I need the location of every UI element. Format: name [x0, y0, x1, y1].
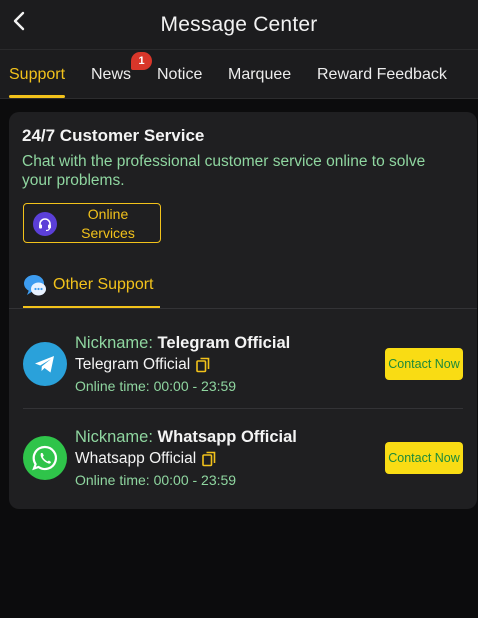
customer-service-description: Chat with the professional customer serv…: [22, 153, 426, 189]
headset-icon: [33, 212, 57, 236]
active-tab-indicator: [9, 95, 65, 98]
header-bar: Message Center: [0, 0, 478, 50]
account-line: Telegram Official: [75, 356, 210, 374]
nickname-label: Nickname:: [75, 428, 153, 446]
tab-support[interactable]: Support: [9, 66, 65, 84]
contact-now-button[interactable]: Contact Now: [385, 442, 463, 474]
chat-bubbles-icon: [24, 275, 46, 296]
nickname-line: Nickname: Telegram Official: [75, 334, 290, 353]
online-services-label: Online Services: [81, 206, 135, 241]
nickname-label: Nickname:: [75, 334, 153, 352]
contact-row-telegram: Nickname: Telegram Official Telegram Off…: [9, 314, 477, 408]
other-support-tab[interactable]: Other Support: [23, 274, 161, 304]
nickname-value: Telegram Official: [157, 334, 291, 352]
nickname-line: Nickname: Whatsapp Official: [75, 428, 297, 447]
other-support-label: Other Support: [53, 276, 154, 293]
page-title: Message Center: [160, 12, 318, 36]
tab-notice[interactable]: Notice: [157, 66, 202, 84]
nickname-value: Whatsapp Official: [157, 428, 297, 446]
account-name: Whatsapp Official: [75, 450, 197, 467]
back-button[interactable]: [8, 10, 30, 32]
tab-reward-feedback[interactable]: Reward Feedback: [317, 66, 447, 84]
tab-bar: Support News Notice Marquee Reward Feedb…: [0, 50, 478, 99]
account-line: Whatsapp Official: [75, 450, 216, 468]
account-name: Telegram Official: [75, 356, 191, 373]
divider: [9, 308, 477, 309]
telegram-icon: [23, 342, 67, 386]
online-services-button[interactable]: Online Services: [23, 203, 161, 243]
copy-icon[interactable]: [196, 357, 210, 373]
tab-marquee[interactable]: Marquee: [228, 66, 291, 84]
online-time: Online time: 00:00 - 23:59: [75, 472, 237, 488]
contact-row-whatsapp: Nickname: Whatsapp Official Whatsapp Off…: [9, 408, 477, 502]
chevron-left-icon: [13, 11, 25, 31]
tab-news[interactable]: News: [91, 66, 131, 84]
whatsapp-icon: [23, 436, 67, 480]
online-time: Online time: 00:00 - 23:59: [75, 378, 237, 394]
news-count-badge: 1: [131, 52, 152, 70]
contact-now-button[interactable]: Contact Now: [385, 348, 463, 380]
support-card: 24/7 Customer Service Chat with the prof…: [9, 112, 477, 509]
copy-icon[interactable]: [202, 451, 216, 467]
customer-service-title: 24/7 Customer Service: [22, 126, 205, 145]
